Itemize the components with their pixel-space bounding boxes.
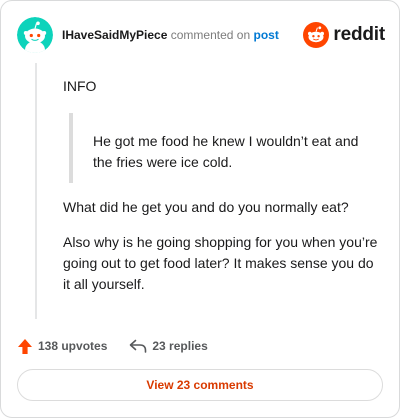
thread-line[interactable]: [35, 63, 37, 319]
comment-intro: INFO: [63, 78, 97, 94]
view-comments-button[interactable]: View 23 comments: [17, 369, 383, 401]
action-text: commented on: [170, 28, 251, 42]
comment-paragraph: What did he get you and do you normally …: [63, 199, 349, 215]
username-link[interactable]: IHaveSaidMyPiece: [62, 28, 167, 42]
avatar-icon[interactable]: [17, 17, 53, 53]
post-link[interactable]: post: [253, 28, 278, 42]
quote-text: He got me food he knew I wouldn’t eat an…: [93, 133, 359, 170]
upvote-count: 138 upvotes: [38, 339, 108, 353]
comment-card: IHaveSaidMyPiece commented on post reddi…: [0, 0, 400, 418]
reply-button[interactable]: 23 replies: [129, 339, 208, 353]
upvote-button[interactable]: 138 upvotes: [17, 338, 107, 355]
reddit-logo-icon: [303, 22, 330, 48]
upvote-arrow-icon: [18, 338, 32, 354]
brand-wordmark: reddit: [333, 24, 385, 45]
reddit-brand[interactable]: reddit: [303, 20, 385, 50]
comment-byline: IHaveSaidMyPiece commented on post: [62, 28, 279, 42]
reply-arrow-icon: [130, 339, 147, 353]
comment-header: IHaveSaidMyPiece commented on post reddi…: [17, 17, 385, 53]
comment-footer: 138 upvotes 23 replies: [17, 336, 230, 356]
blockquote: He got me food he knew I wouldn’t eat an…: [69, 113, 389, 183]
reply-count: 23 replies: [152, 339, 208, 353]
comment-paragraph: Also why is he going shopping for you wh…: [63, 234, 378, 292]
